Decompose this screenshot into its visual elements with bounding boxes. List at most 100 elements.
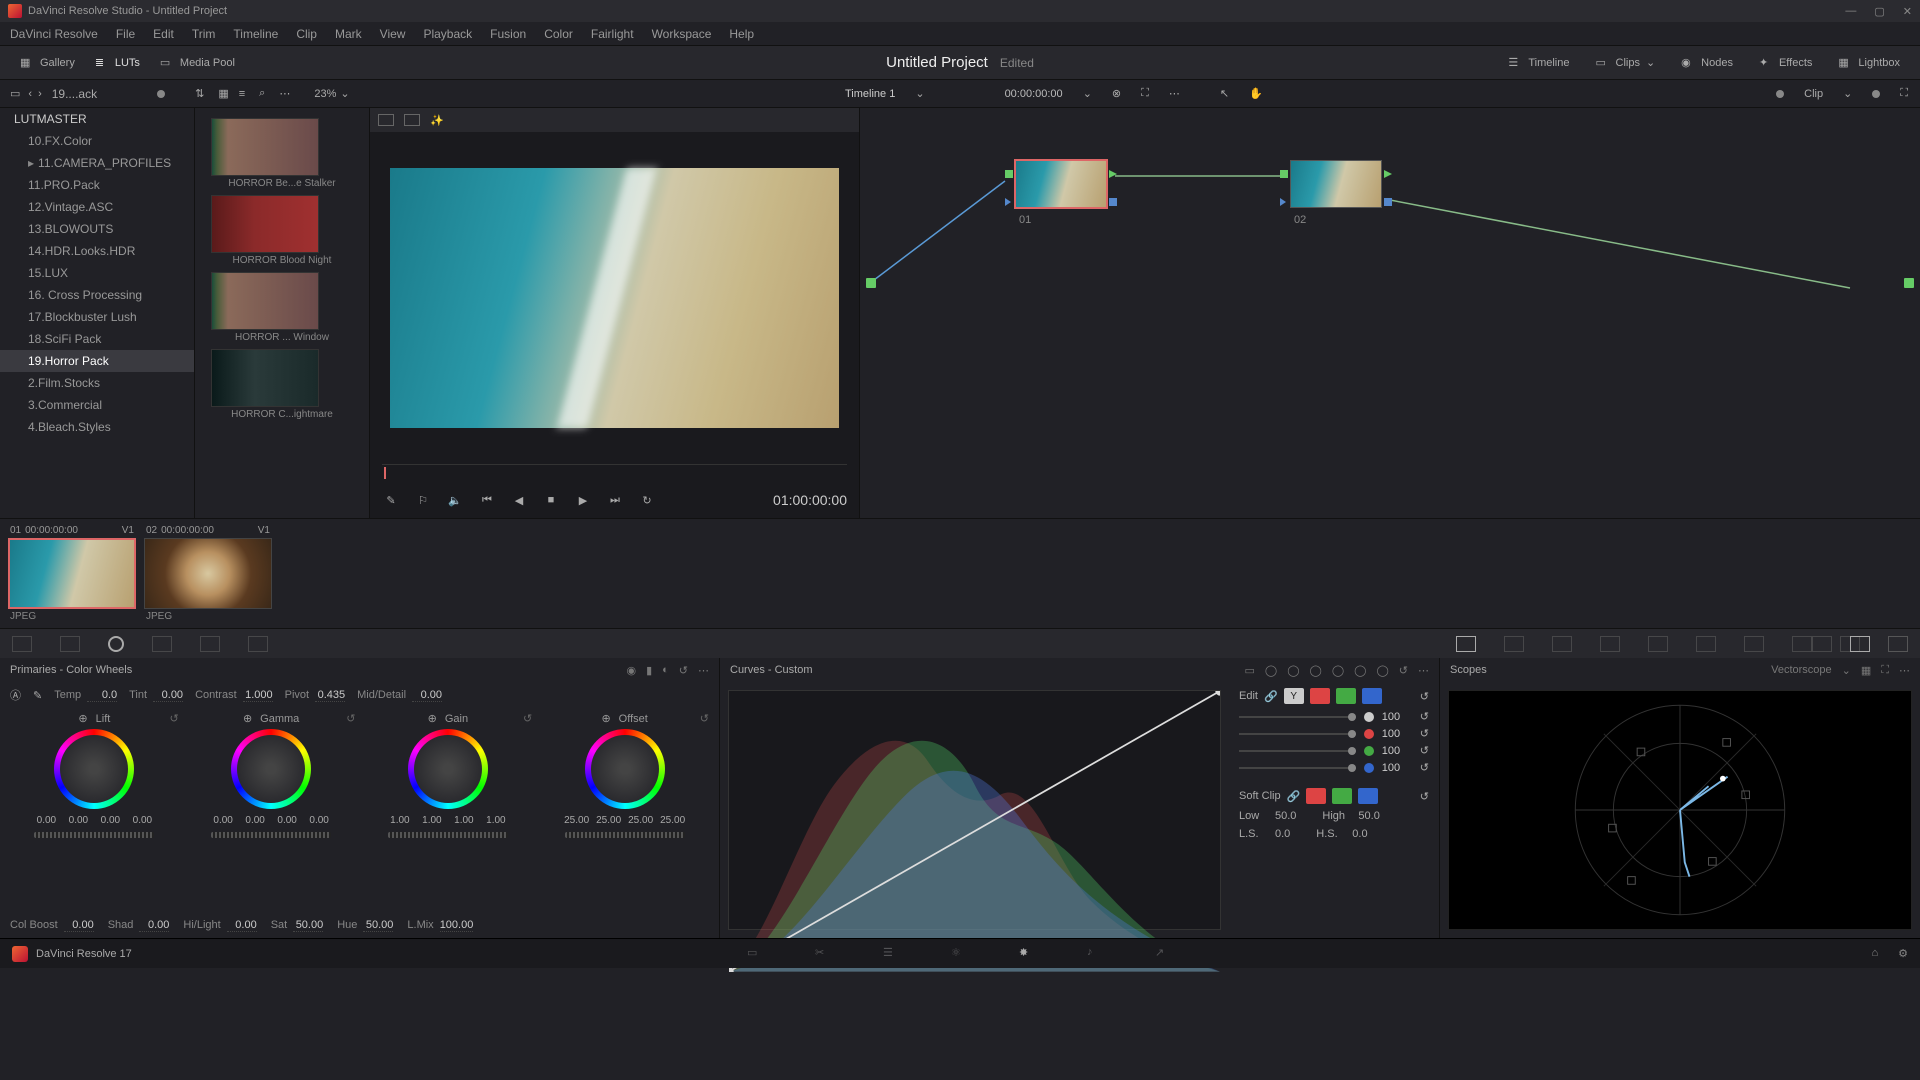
lut-thumbnail[interactable]: HORROR C...ightmare xyxy=(211,349,353,420)
intensity-g-value[interactable]: 100 xyxy=(1382,745,1412,757)
chevron-down-icon[interactable]: ⌄ xyxy=(1083,87,1092,100)
hue-vs-sat-icon[interactable]: ◯ xyxy=(1287,664,1299,677)
chevron-down-icon[interactable]: ⌄ xyxy=(915,87,924,100)
menu-edit[interactable]: Edit xyxy=(153,27,174,41)
softclip-g-button[interactable] xyxy=(1332,788,1352,804)
play-button[interactable]: ▶ xyxy=(574,494,592,507)
expand-icon[interactable]: ⛶ xyxy=(1141,87,1149,100)
media-page-button[interactable]: ▭ xyxy=(747,946,765,962)
reset-icon[interactable]: ↺ xyxy=(1420,790,1429,803)
color-wheels-icon[interactable] xyxy=(108,636,124,652)
menu-fairlight[interactable]: Fairlight xyxy=(591,27,634,41)
menu-view[interactable]: View xyxy=(380,27,406,41)
menu-help[interactable]: Help xyxy=(729,27,754,41)
clip-thumbnail[interactable]: 0100:00:00:00V1JPEG xyxy=(8,523,136,624)
motion-icon[interactable] xyxy=(248,636,268,652)
viewer-scrubber[interactable] xyxy=(382,464,847,482)
intensity-b-value[interactable]: 100 xyxy=(1382,762,1412,774)
lift-color-wheel[interactable] xyxy=(54,729,134,809)
timeline-toggle-button[interactable]: ☰Timeline xyxy=(1498,52,1579,74)
mute-icon[interactable]: 🔈 xyxy=(446,494,464,507)
pick-icon[interactable]: ⊕ xyxy=(601,712,610,725)
reset-icon[interactable]: ↺ xyxy=(1420,710,1429,723)
close-button[interactable]: ✕ xyxy=(1903,5,1912,18)
clip-selector[interactable]: Clip xyxy=(1804,88,1823,100)
home-icon[interactable] xyxy=(12,946,28,962)
shad-value[interactable]: 0.00 xyxy=(139,919,169,932)
edit-y-button[interactable]: Y xyxy=(1284,688,1304,704)
cut-page-button[interactable]: ✂ xyxy=(815,946,833,962)
options-icon[interactable]: ⋯ xyxy=(1169,87,1180,100)
reset-icon[interactable]: ↺ xyxy=(346,712,355,725)
auto-balance-icon[interactable]: Ⓐ xyxy=(10,687,21,703)
timeline-name[interactable]: Timeline 1 xyxy=(845,88,895,100)
lut-thumbnail[interactable]: HORROR ... Window xyxy=(211,272,353,343)
lightbox-button[interactable]: ▦Lightbox xyxy=(1828,52,1910,74)
menu-fusion[interactable]: Fusion xyxy=(490,27,526,41)
tree-item[interactable]: 17.Blockbuster Lush xyxy=(0,306,194,328)
tree-item[interactable]: 18.SciFi Pack xyxy=(0,328,194,350)
softclip-r-button[interactable] xyxy=(1306,788,1326,804)
menu-timeline[interactable]: Timeline xyxy=(233,27,278,41)
lmix-value[interactable]: 100.00 xyxy=(440,919,474,932)
reset-icon[interactable]: ↺ xyxy=(700,712,709,725)
info-icon[interactable] xyxy=(1888,636,1908,652)
highlight-icon[interactable]: ✨ xyxy=(430,114,444,127)
menu-trim[interactable]: Trim xyxy=(192,27,216,41)
tree-item[interactable]: 13.BLOWOUTS xyxy=(0,218,194,240)
scopes-icon[interactable] xyxy=(1850,636,1870,652)
node-output-port[interactable] xyxy=(1904,278,1914,288)
grid-view-icon[interactable]: ▦ xyxy=(218,87,228,100)
color-match-icon[interactable] xyxy=(60,636,80,652)
camera-raw-icon[interactable] xyxy=(12,636,32,652)
hilight-value[interactable]: 0.00 xyxy=(227,919,257,932)
lut-thumbnail[interactable]: HORROR Be...e Stalker xyxy=(211,118,353,189)
hue-value[interactable]: 50.00 xyxy=(363,919,393,932)
edit-page-button[interactable]: ☰ xyxy=(883,946,901,962)
maximize-button[interactable]: ▢ xyxy=(1874,5,1884,18)
prev-clip-button[interactable]: ⏮ xyxy=(478,494,496,507)
tint-value[interactable]: 0.00 xyxy=(153,689,183,702)
tree-item[interactable]: 12.Vintage.ASC xyxy=(0,196,194,218)
options-icon[interactable]: ⋯ xyxy=(1899,664,1910,677)
gain-jog[interactable] xyxy=(388,832,508,838)
tree-item[interactable]: 14.HDR.Looks.HDR xyxy=(0,240,194,262)
gallery-button[interactable]: ▦Gallery xyxy=(10,52,85,74)
options-icon[interactable]: ⋯ xyxy=(279,87,290,100)
curves-graph[interactable] xyxy=(728,690,1221,930)
scope-type[interactable]: Vectorscope xyxy=(1771,664,1832,677)
effects-button[interactable]: ✦Effects xyxy=(1749,52,1822,74)
chevron-down-icon[interactable]: ⌄ xyxy=(1843,87,1852,100)
list-view-icon[interactable]: ≡ xyxy=(239,88,245,100)
expand-icon[interactable]: ⛶ xyxy=(1881,664,1889,677)
menu-playback[interactable]: Playback xyxy=(423,27,472,41)
tree-item[interactable]: 3.Commercial xyxy=(0,394,194,416)
reset-icon[interactable]: ↺ xyxy=(1399,664,1408,677)
pick-white-icon[interactable]: ✎ xyxy=(33,689,42,702)
reset-icon[interactable]: ↺ xyxy=(170,712,179,725)
hue-vs-lum-icon[interactable]: ◯ xyxy=(1310,664,1322,677)
color-page-button[interactable]: ✸ xyxy=(1019,946,1037,962)
chevron-down-icon[interactable]: ⌄ xyxy=(340,87,349,100)
tree-item[interactable]: 16. Cross Processing xyxy=(0,284,194,306)
grab-still-icon[interactable]: ✎ xyxy=(382,494,400,507)
menu-mark[interactable]: Mark xyxy=(335,27,362,41)
sidebar-toggle-icon[interactable]: ▭ xyxy=(10,87,20,100)
magic-mask-icon[interactable] xyxy=(1696,636,1716,652)
tree-item[interactable]: 2.Film.Stocks xyxy=(0,372,194,394)
log-mode-icon[interactable]: ◐ xyxy=(662,664,669,677)
sort-icon[interactable]: ⇅ xyxy=(195,87,204,100)
sat-vs-sat-icon[interactable]: ◯ xyxy=(1354,664,1366,677)
keyframe-icon[interactable] xyxy=(1812,636,1832,652)
qualifier-icon[interactable] xyxy=(1552,636,1572,652)
viewer-image[interactable] xyxy=(390,168,839,428)
tree-item[interactable]: 10.FX.Color xyxy=(0,130,194,152)
nav-back-icon[interactable]: ‹ xyxy=(28,88,32,100)
transport-timecode[interactable]: 01:00:00:00 xyxy=(773,492,847,508)
viewer-zoom[interactable]: 23% xyxy=(314,88,336,100)
pivot-value[interactable]: 0.435 xyxy=(315,689,345,702)
temp-value[interactable]: 0.0 xyxy=(87,689,117,702)
node-input-port[interactable] xyxy=(866,278,876,288)
gamma-jog[interactable] xyxy=(211,832,331,838)
reset-icon[interactable]: ↺ xyxy=(1420,727,1429,740)
